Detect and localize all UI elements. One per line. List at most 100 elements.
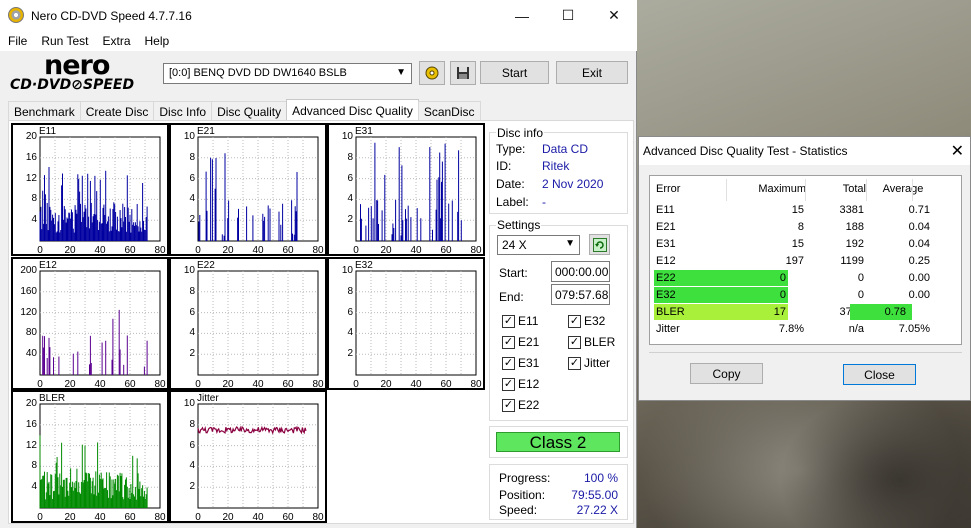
x-tick-label: 20 — [380, 379, 392, 390]
checkbox-e31[interactable]: ✓ E31 — [502, 356, 539, 370]
start-button[interactable]: Start — [480, 61, 549, 84]
y-tick-label: 40 — [25, 348, 37, 360]
checkbox-e11[interactable]: ✓ E11 — [502, 314, 538, 328]
x-tick-label: 60 — [440, 379, 452, 390]
refresh-icon — [592, 237, 607, 252]
checkbox-e21[interactable]: ✓ E21 — [502, 335, 539, 349]
x-tick-label: 60 — [282, 512, 294, 523]
class-badge: Class 2 — [496, 432, 620, 452]
x-tick-label: 20 — [222, 379, 234, 390]
checkbox-jitter[interactable]: ✓ Jitter — [568, 356, 610, 370]
x-tick-label: 60 — [282, 379, 294, 390]
y-tick-label: 80 — [25, 327, 37, 339]
stats-cell-bler-1: 17 — [730, 304, 788, 320]
dialog-title: Advanced Disc Quality Test - Statistics — [643, 144, 848, 158]
stats-cell-e31-2: 192 — [845, 238, 864, 250]
maximize-button[interactable]: ☐ — [545, 0, 591, 31]
title-bar: Nero CD-DVD Speed 4.7.7.16 — ☐ ✕ — [0, 0, 637, 31]
column-separator — [805, 179, 806, 201]
stats-cell-jitter-3: 7.05% — [898, 323, 930, 335]
y-tick-label: 4 — [189, 327, 195, 339]
x-tick-label: 0 — [195, 379, 201, 390]
save-button[interactable] — [450, 61, 476, 85]
end-field[interactable]: 079:57.68 — [551, 284, 610, 305]
x-tick-label: 60 — [124, 512, 136, 523]
column-header[interactable]: Maximum — [732, 181, 806, 197]
speed-label: Speed: — [499, 503, 538, 517]
speed-select[interactable]: 24 X ▼ — [497, 235, 580, 255]
checkbox-e32[interactable]: ✓ E32 — [568, 314, 605, 328]
close-icon[interactable]: ✕ — [951, 141, 964, 161]
y-tick-label: 8 — [347, 151, 353, 163]
graph-jitter: Jitter 10 8 6 4 2 0 20 40 60 80 — [169, 390, 327, 523]
y-tick-label: 200 — [20, 265, 37, 276]
label-value: - — [542, 195, 546, 209]
save-icon — [457, 67, 469, 79]
graph-plot — [197, 136, 319, 242]
stats-cell-e22-0: E22 — [654, 270, 732, 286]
menu-extra[interactable]: Extra — [95, 34, 137, 48]
stats-cell-e21-3: 0.04 — [908, 221, 930, 233]
speed-value: 27.22 X — [576, 503, 618, 517]
x-tick-label: 0 — [195, 245, 201, 256]
app-icon — [8, 7, 24, 23]
x-tick-label: 40 — [410, 245, 422, 256]
check-icon: ✓ — [568, 335, 581, 349]
menu-run-test[interactable]: Run Test — [34, 34, 95, 48]
column-separator — [912, 179, 913, 201]
id-value: Ritek — [542, 159, 570, 173]
nero-logo: nero CD·DVD⊘SPEED — [10, 50, 135, 94]
tab-benchmark[interactable]: Benchmark — [8, 101, 81, 121]
x-tick-label: 0 — [37, 245, 43, 256]
x-tick-label: 80 — [154, 379, 166, 390]
check-icon: ✓ — [568, 356, 581, 370]
tab-scandisc[interactable]: ScanDisc — [417, 101, 481, 121]
minimize-button[interactable]: — — [499, 0, 545, 31]
start-field[interactable]: 000:00.00 — [551, 261, 610, 282]
column-header[interactable]: Total — [810, 181, 866, 197]
column-separator — [726, 179, 727, 201]
column-header[interactable]: Error — [656, 181, 726, 197]
copy-button[interactable]: Copy — [690, 363, 763, 384]
graph-e32: E32 10 8 6 4 2 0 20 40 60 80 — [327, 257, 485, 390]
graph-e12: E12 200 160 120 80 40 0 20 40 60 80 — [11, 257, 169, 390]
menu-help[interactable]: Help — [138, 34, 177, 48]
column-header[interactable]: Average — [870, 181, 936, 197]
cd-icon — [425, 66, 439, 80]
checkbox-e22[interactable]: ✓ E22 — [502, 398, 539, 412]
exit-button[interactable]: Exit — [556, 61, 628, 84]
check-icon: ✓ — [502, 356, 515, 370]
stats-cell-e11-3: 0.71 — [908, 204, 930, 216]
x-tick-label: 40 — [252, 245, 264, 256]
close-dialog-button[interactable]: Close — [843, 364, 916, 385]
divider — [649, 352, 962, 353]
y-tick-label: 6 — [347, 306, 353, 318]
menu-file[interactable]: File — [0, 34, 34, 48]
stats-cell-e12-2: 1199 — [840, 255, 864, 267]
close-button[interactable]: ✕ — [591, 0, 637, 31]
x-tick-label: 60 — [124, 245, 136, 256]
stats-cell-e22-3: 0.00 — [908, 272, 930, 284]
drive-info-button[interactable] — [419, 61, 445, 85]
x-tick-label: 40 — [94, 379, 106, 390]
tab-create-disc[interactable]: Create Disc — [79, 101, 155, 121]
checkbox-e12[interactable]: ✓ E12 — [502, 377, 539, 391]
tab-disc-quality[interactable]: Disc Quality — [211, 101, 288, 121]
x-tick-label: 0 — [353, 379, 359, 390]
checkbox-bler[interactable]: ✓ BLER — [568, 335, 615, 349]
x-tick-label: 40 — [94, 245, 106, 256]
y-tick-label: 2 — [189, 348, 195, 360]
tab-disc-info[interactable]: Disc Info — [153, 101, 213, 121]
y-tick-label: 8 — [347, 285, 353, 297]
graph-plot — [355, 136, 477, 242]
x-tick-label: 40 — [94, 512, 106, 523]
refresh-button[interactable] — [589, 234, 610, 255]
x-tick-label: 60 — [282, 245, 294, 256]
disc-info-title: Disc info — [496, 126, 545, 140]
tab-advanced-disc-quality[interactable]: Advanced Disc Quality — [286, 99, 419, 121]
drive-select[interactable]: [0:0] BENQ DVD DD DW1640 BSLB ▼ — [163, 63, 412, 84]
x-tick-label: 40 — [252, 379, 264, 390]
graph-plot — [197, 403, 319, 509]
chevron-down-icon: ▼ — [396, 67, 406, 78]
x-tick-label: 60 — [124, 379, 136, 390]
